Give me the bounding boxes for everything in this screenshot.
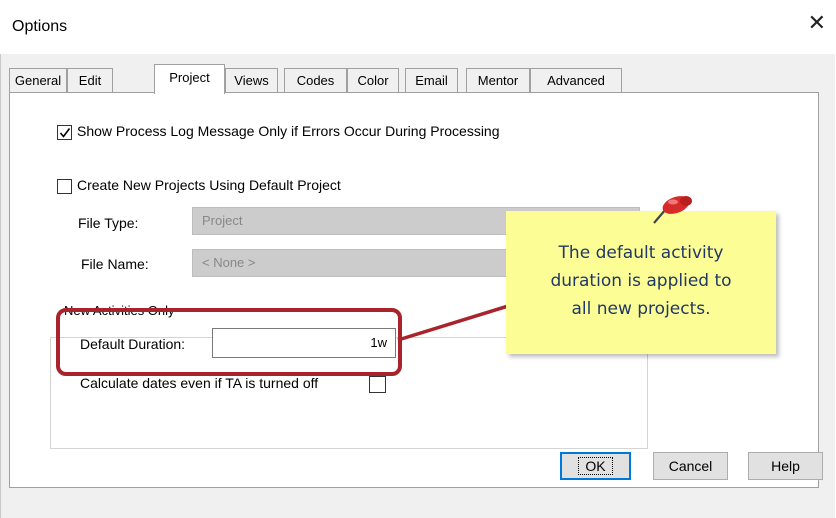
note-line: duration is applied to (550, 271, 732, 291)
note-text: The default activity duration is applied… (506, 239, 776, 323)
tab-project[interactable]: Project (154, 64, 225, 94)
note-line: The default activity (558, 243, 724, 263)
note-line: all new projects. (571, 299, 711, 319)
pushpin-icon (653, 196, 692, 224)
sticky-note: The default activity duration is applied… (506, 211, 776, 354)
